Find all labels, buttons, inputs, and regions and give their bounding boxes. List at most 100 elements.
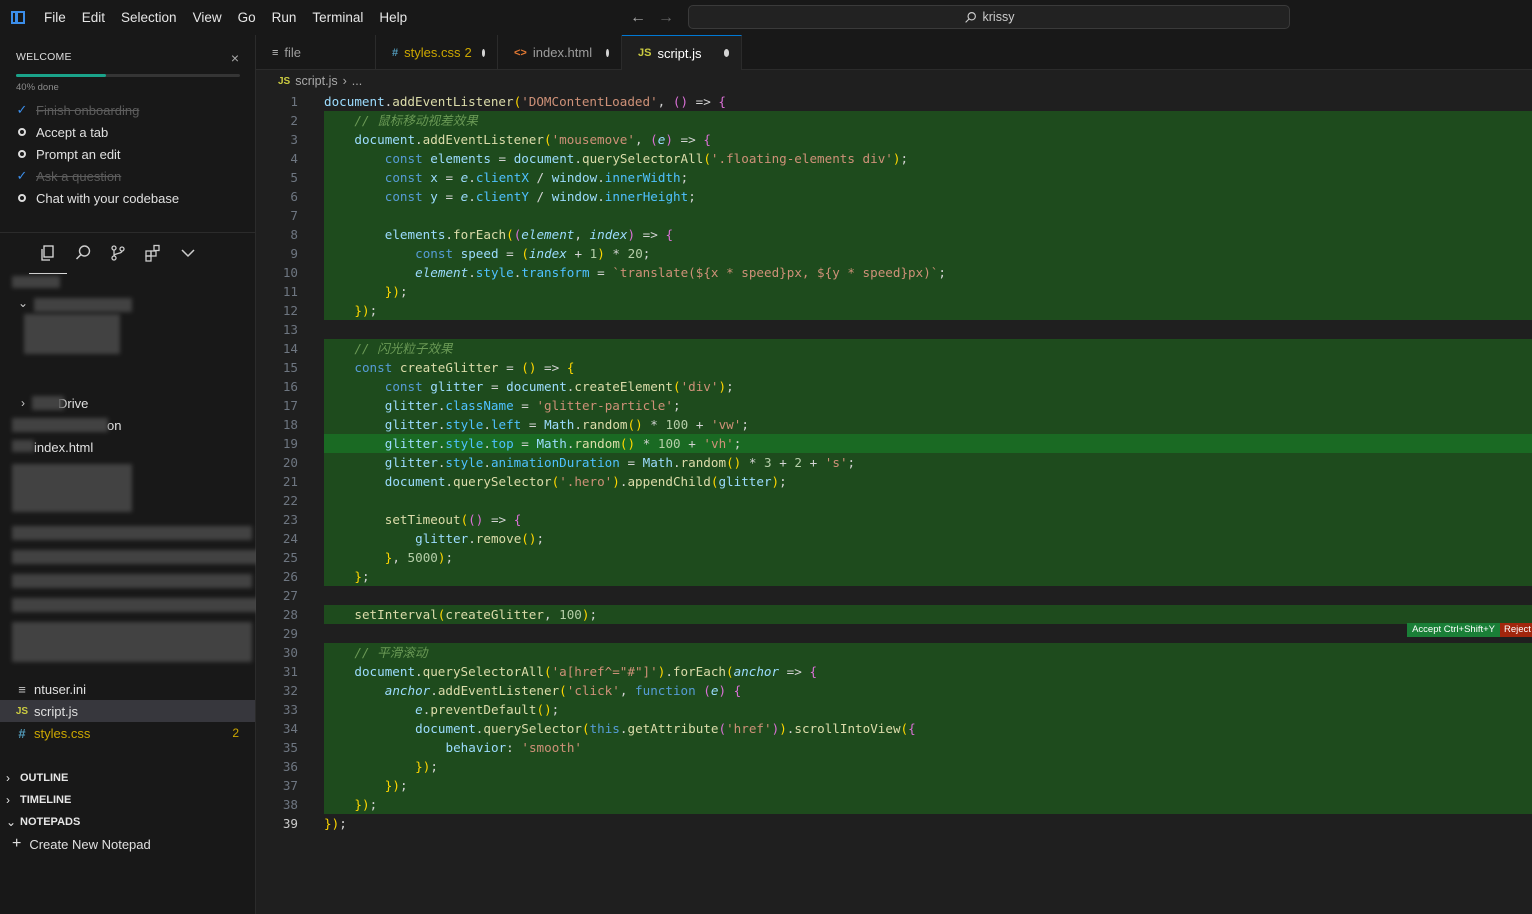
code-line[interactable]: 34 document.querySelector(this.getAttrib… xyxy=(256,719,1532,738)
code-line[interactable]: 7 xyxy=(256,206,1532,225)
code-line[interactable]: 39}); xyxy=(256,814,1532,833)
files-icon[interactable] xyxy=(29,243,67,274)
search-icon[interactable] xyxy=(73,243,93,263)
reject-changes-button[interactable]: Reject xyxy=(1500,623,1532,637)
redacted-item xyxy=(12,622,252,662)
code-line[interactable]: 38 }); xyxy=(256,795,1532,814)
code-line[interactable]: 20 glitter.style.animationDuration = Mat… xyxy=(256,453,1532,472)
breadcrumb-file[interactable]: script.js xyxy=(295,74,337,88)
redacted-item xyxy=(12,276,60,288)
code-line[interactable]: 19 glitter.style.top = Math.random() * 1… xyxy=(256,434,1532,453)
line-number: 6 xyxy=(290,189,298,204)
menu-terminal[interactable]: Terminal xyxy=(304,0,371,35)
code-text: e.preventDefault(); xyxy=(415,702,560,717)
tree-file-ntuser-ini[interactable]: ≡ ntuser.ini xyxy=(0,678,255,700)
code-line[interactable]: 10 element.style.transform = `translate(… xyxy=(256,263,1532,282)
code-line[interactable]: 26 }; xyxy=(256,567,1532,586)
code-text: const y = e.clientY / window.innerHeight… xyxy=(384,189,696,204)
tree-folder-expanded[interactable]: ⌄ xyxy=(0,292,255,314)
code-line[interactable]: 12 }); xyxy=(256,301,1532,320)
section-timeline[interactable]: › TIMELINE xyxy=(0,789,255,811)
code-line[interactable]: 4 const elements = document.querySelecto… xyxy=(256,149,1532,168)
code-line[interactable]: 25 }, 5000); xyxy=(256,548,1532,567)
code-line[interactable]: 24 glitter.remove(); xyxy=(256,529,1532,548)
menu-run[interactable]: Run xyxy=(264,0,305,35)
code-line[interactable]: 23 setTimeout(() => { xyxy=(256,510,1532,529)
line-number: 37 xyxy=(282,778,298,793)
code-line[interactable]: 14 // 闪光粒子效果 xyxy=(256,339,1532,358)
code-line[interactable]: 13 xyxy=(256,320,1532,339)
code-line[interactable]: 9 const speed = (index + 1) * 20; xyxy=(256,244,1532,263)
chevron-down-icon: ⌄ xyxy=(6,815,17,829)
tab-script-js[interactable]: JS script.js xyxy=(622,35,742,70)
menu-go[interactable]: Go xyxy=(230,0,264,35)
code-line[interactable]: 32 anchor.addEventListener('click', func… xyxy=(256,681,1532,700)
code-line[interactable]: 8 elements.forEach((element, index) => { xyxy=(256,225,1532,244)
code-line[interactable]: 30 // 平滑滚动 xyxy=(256,643,1532,662)
code-line[interactable]: 18 glitter.style.left = Math.random() * … xyxy=(256,415,1532,434)
code-line[interactable]: 27 xyxy=(256,586,1532,605)
checklist-item-chat-codebase[interactable]: Chat with your codebase xyxy=(16,187,239,209)
back-arrow-icon[interactable]: ← xyxy=(630,9,646,27)
css-icon: # xyxy=(392,46,399,59)
unsaved-dot-icon[interactable] xyxy=(481,48,485,57)
extensions-icon[interactable] xyxy=(143,243,163,263)
section-outline[interactable]: › OUTLINE xyxy=(0,767,255,789)
code-line[interactable]: 35 behavior: 'smooth' xyxy=(256,738,1532,757)
code-line[interactable]: 37 }); xyxy=(256,776,1532,795)
code-line[interactable]: 31 document.querySelectorAll('a[href^="#… xyxy=(256,662,1532,681)
command-center-search[interactable]: krissy xyxy=(688,5,1290,29)
forward-arrow-icon[interactable]: → xyxy=(658,9,674,27)
accept-changes-button[interactable]: Accept Ctrl+Shift+Y xyxy=(1407,623,1500,637)
unsaved-dot-icon[interactable] xyxy=(723,49,729,57)
code-line[interactable]: 16 const glitter = document.createElemen… xyxy=(256,377,1532,396)
create-notepad-button[interactable]: + Create New Notepad xyxy=(12,833,151,855)
tab-styles-css[interactable]: # styles.css 2 xyxy=(376,35,498,70)
tab-index-html[interactable]: <> index.html xyxy=(498,35,622,70)
menu-selection[interactable]: Selection xyxy=(113,0,185,35)
search-icon xyxy=(964,11,976,23)
code-line[interactable]: 17 glitter.className = 'glitter-particle… xyxy=(256,396,1532,415)
code-line[interactable]: 22 xyxy=(256,491,1532,510)
code-line[interactable]: 21 document.querySelector('.hero').appen… xyxy=(256,472,1532,491)
breadcrumb-symbols[interactable]: ... xyxy=(352,74,362,88)
checklist-item-finish-onboarding[interactable]: ✓ Finish onboarding xyxy=(16,99,239,121)
close-icon[interactable]: × xyxy=(231,51,239,65)
redacted-item xyxy=(12,526,252,540)
code-line[interactable]: 3 document.addEventListener('mousemove',… xyxy=(256,130,1532,149)
code-text: glitter.remove(); xyxy=(415,531,545,546)
editor-tab-bar: ≡ file # styles.css 2 <> index.html JS script… xyxy=(256,35,1532,70)
onboarding-progress-fill xyxy=(16,74,106,77)
checklist-item-accept-tab[interactable]: Accept a tab xyxy=(16,121,239,143)
code-line[interactable]: 5 const x = e.clientX / window.innerWidt… xyxy=(256,168,1532,187)
redacted-item xyxy=(12,598,262,612)
circle-icon xyxy=(16,194,28,202)
chevron-down-icon[interactable] xyxy=(178,243,198,263)
code-text: document.addEventListener('DOMContentLoa… xyxy=(324,94,727,109)
code-line[interactable]: 33 e.preventDefault(); xyxy=(256,700,1532,719)
tree-item-index-html[interactable]: index.html xyxy=(0,436,255,458)
section-notepads[interactable]: ⌄ NOTEPADS xyxy=(0,811,255,833)
menu-view[interactable]: View xyxy=(185,0,230,35)
checklist-item-ask-question[interactable]: ✓ Ask a question xyxy=(16,165,239,187)
code-line[interactable]: 6 const y = e.clientY / window.innerHeig… xyxy=(256,187,1532,206)
source-control-icon[interactable] xyxy=(108,243,128,263)
tree-file-styles-css[interactable]: # styles.css 2 xyxy=(0,722,255,744)
menu-file[interactable]: File xyxy=(36,0,74,35)
line-number: 31 xyxy=(282,664,298,679)
unsaved-dot-icon[interactable] xyxy=(606,48,609,57)
code-line[interactable]: 15 const createGlitter = () => { xyxy=(256,358,1532,377)
code-line[interactable]: 2 // 鼠标移动视差效果 xyxy=(256,111,1532,130)
code-line[interactable]: 29 xyxy=(256,624,1532,643)
line-number: 17 xyxy=(282,398,298,413)
tree-file-script-js[interactable]: JS script.js xyxy=(0,700,255,722)
checklist-item-prompt-edit[interactable]: Prompt an edit xyxy=(16,143,239,165)
code-line[interactable]: 1 document.addEventListener('DOMContentLo… xyxy=(256,92,1532,111)
code-line[interactable]: 28 setInterval(createGlitter, 100); xyxy=(256,605,1532,624)
code-text: setInterval(createGlitter, 100); xyxy=(354,607,598,622)
code-line[interactable]: 11 }); xyxy=(256,282,1532,301)
menu-help[interactable]: Help xyxy=(371,0,415,35)
tab-file[interactable]: ≡ file xyxy=(256,35,376,70)
menu-edit[interactable]: Edit xyxy=(74,0,113,35)
code-line[interactable]: 36 }); xyxy=(256,757,1532,776)
